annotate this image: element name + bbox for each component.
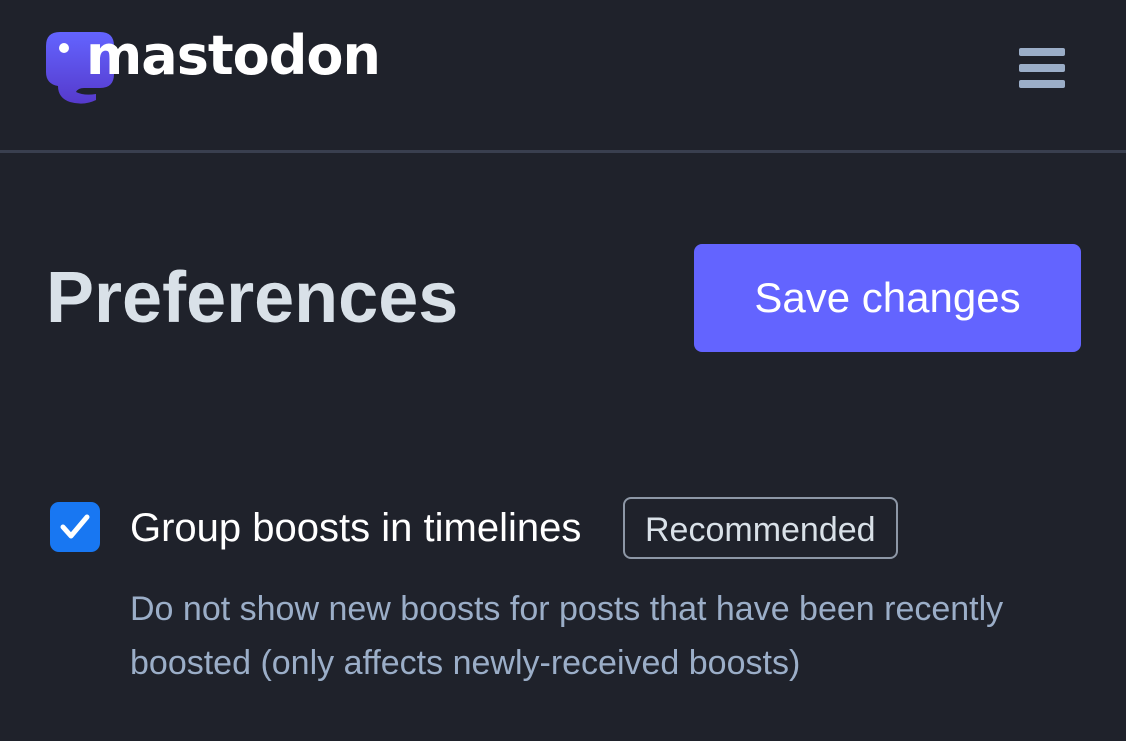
hamburger-menu-icon[interactable] <box>1012 40 1072 96</box>
mastodon-logo[interactable]: mastodon <box>44 24 381 108</box>
menu-bar <box>1019 64 1065 72</box>
group-boosts-label[interactable]: Group boosts in timelines <box>130 504 581 552</box>
header-divider <box>0 150 1126 153</box>
checkmark-icon <box>60 514 90 539</box>
group-boosts-checkbox[interactable] <box>50 502 100 552</box>
logo-wordmark: mastodon <box>86 24 381 87</box>
page-title: Preferences <box>46 258 459 338</box>
recommended-badge: Recommended <box>623 497 898 559</box>
top-bar: mastodon <box>0 0 1126 151</box>
menu-bar <box>1019 80 1065 88</box>
group-boosts-hint: Do not show new boosts for posts that ha… <box>130 590 1004 682</box>
menu-bar <box>1019 48 1065 56</box>
save-changes-button[interactable]: Save changes <box>694 244 1081 352</box>
